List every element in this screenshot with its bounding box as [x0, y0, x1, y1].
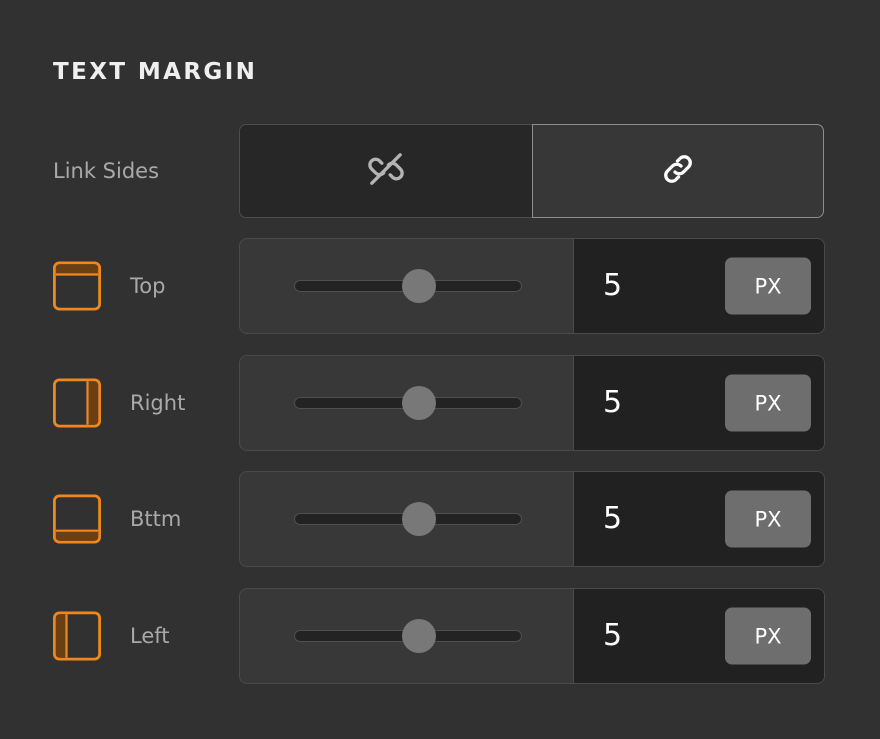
- margin-right-value[interactable]: 5: [603, 388, 622, 418]
- margin-left-control: 5 PX: [239, 588, 825, 684]
- link-sides-unlink-button[interactable]: [239, 124, 533, 218]
- margin-bottom-value[interactable]: 5: [603, 504, 622, 534]
- link-sides-link-button[interactable]: [532, 124, 824, 218]
- margin-top-label: Top: [130, 274, 166, 298]
- margin-top-value[interactable]: 5: [603, 271, 622, 301]
- margin-left-slider-track[interactable]: [294, 619, 522, 653]
- margin-bottom-icon: [52, 494, 102, 544]
- link-icon: [658, 149, 698, 193]
- margin-left-label: Left: [130, 624, 170, 648]
- link-sides-label: Link Sides: [53, 159, 160, 183]
- margin-right-icon: [52, 378, 102, 428]
- text-margin-panel: TEXT MARGIN Link Sides Top 5 PX Right 5 …: [0, 0, 880, 739]
- broken-link-icon: [366, 149, 406, 193]
- margin-right-control: 5 PX: [239, 355, 825, 451]
- margin-top-slider-track[interactable]: [294, 269, 522, 303]
- margin-left-value[interactable]: 5: [603, 621, 622, 651]
- margin-right-unit-button[interactable]: PX: [725, 374, 811, 432]
- margin-left-slider-thumb[interactable]: [402, 619, 437, 653]
- margin-right-slider-track[interactable]: [294, 386, 522, 420]
- page-title: TEXT MARGIN: [53, 59, 258, 85]
- margin-left-row: Left 5 PX: [0, 588, 880, 684]
- margin-top-control: 5 PX: [239, 238, 825, 334]
- margin-top-slider-thumb[interactable]: [402, 269, 437, 303]
- margin-bottom-control: 5 PX: [239, 471, 825, 567]
- margin-left-value-area: 5 PX: [573, 589, 824, 683]
- margin-top-icon: [52, 261, 102, 311]
- margin-bottom-row: Bttm 5 PX: [0, 471, 880, 567]
- margin-bottom-unit-button[interactable]: PX: [725, 490, 811, 548]
- margin-top-unit-button[interactable]: PX: [725, 257, 811, 315]
- margin-bottom-label: Bttm: [130, 507, 182, 531]
- margin-top-slider[interactable]: [240, 239, 573, 333]
- margin-bottom-slider-track[interactable]: [294, 502, 522, 536]
- link-sides-row: Link Sides: [0, 124, 880, 218]
- margin-bottom-slider[interactable]: [240, 472, 573, 566]
- margin-right-row: Right 5 PX: [0, 355, 880, 451]
- margin-top-value-area: 5 PX: [573, 239, 824, 333]
- margin-right-value-area: 5 PX: [573, 356, 824, 450]
- margin-left-unit-button[interactable]: PX: [725, 607, 811, 665]
- margin-right-slider-thumb[interactable]: [402, 386, 437, 420]
- margin-left-slider[interactable]: [240, 589, 573, 683]
- margin-right-label: Right: [130, 391, 186, 415]
- margin-right-slider[interactable]: [240, 356, 573, 450]
- margin-bottom-slider-thumb[interactable]: [402, 502, 437, 536]
- link-sides-toggle-group: [239, 124, 825, 218]
- margin-top-row: Top 5 PX: [0, 238, 880, 334]
- margin-left-icon: [52, 611, 102, 661]
- margin-bottom-value-area: 5 PX: [573, 472, 824, 566]
